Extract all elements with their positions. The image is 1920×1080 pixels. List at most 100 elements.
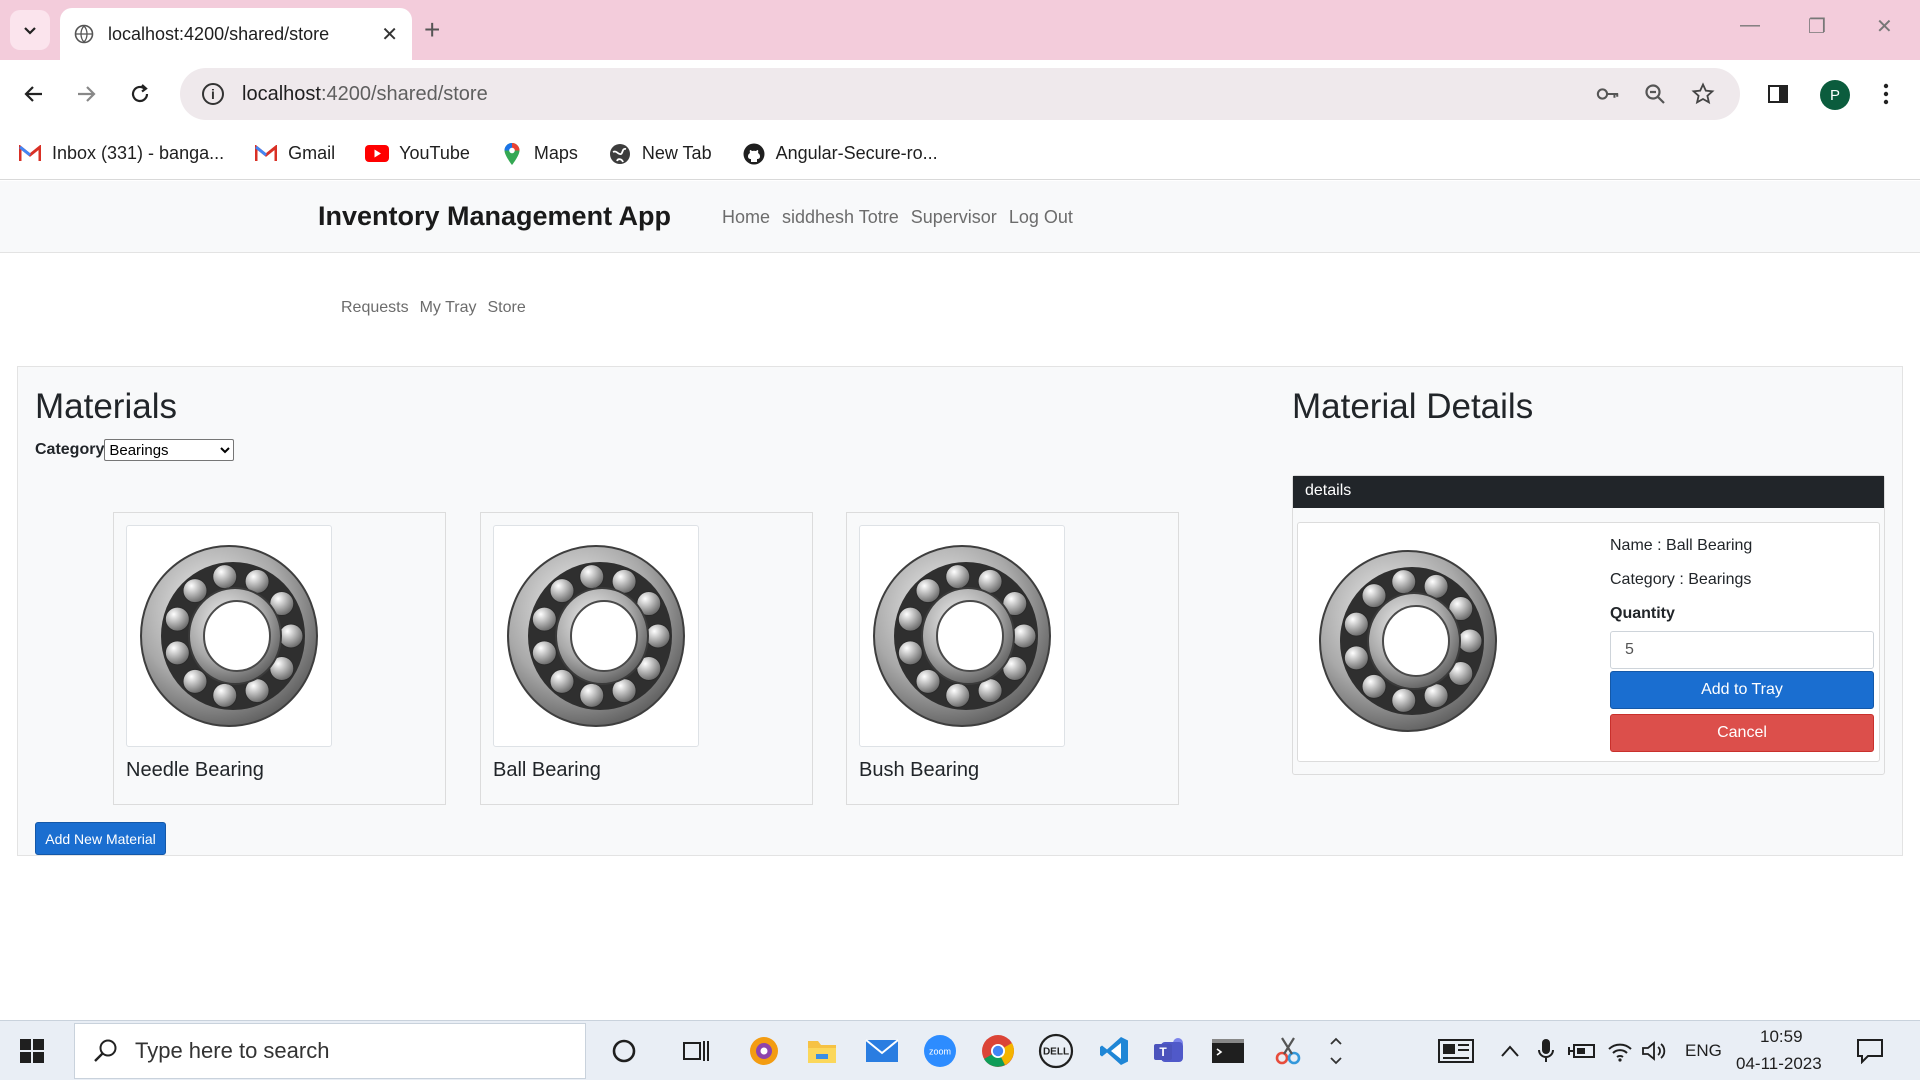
bookmark-angular-secure[interactable]: Angular-Secure-ro... bbox=[742, 143, 938, 164]
nav-logout-link[interactable]: Log Out bbox=[1009, 207, 1073, 228]
bookmark-inbox[interactable]: Inbox (331) - banga... bbox=[18, 143, 224, 164]
browser-tab-active[interactable]: localhost:4200/shared/store ✕ bbox=[60, 8, 412, 60]
back-button[interactable] bbox=[20, 80, 48, 108]
maps-icon bbox=[500, 142, 524, 165]
windows-taskbar: Type here to search zoom DELL T ENG 10:5… bbox=[0, 1020, 1920, 1080]
bookmark-star-icon[interactable] bbox=[1691, 82, 1715, 106]
material-card-bush-bearing[interactable]: Bush Bearing bbox=[846, 512, 1179, 805]
nav-role-link[interactable]: Supervisor bbox=[911, 207, 997, 228]
nav-home-link[interactable]: Home bbox=[722, 207, 770, 228]
clock-time[interactable]: 10:59 bbox=[1760, 1027, 1803, 1047]
microphone-icon[interactable] bbox=[1528, 1033, 1564, 1069]
address-bar[interactable]: i localhost:4200/shared/store bbox=[180, 68, 1740, 120]
snipping-tool-icon[interactable] bbox=[1270, 1033, 1306, 1069]
chrome-icon[interactable] bbox=[980, 1033, 1016, 1069]
material-name: Needle Bearing bbox=[126, 759, 264, 781]
globe-icon bbox=[608, 143, 632, 164]
url-host: localhost bbox=[242, 82, 321, 105]
close-window-icon[interactable]: ✕ bbox=[1876, 14, 1893, 39]
wifi-icon[interactable] bbox=[1602, 1033, 1638, 1069]
dell-icon[interactable]: DELL bbox=[1038, 1033, 1074, 1069]
terminal-icon[interactable] bbox=[1210, 1033, 1246, 1069]
bookmark-youtube[interactable]: YouTube bbox=[365, 143, 470, 164]
app-brand[interactable]: Inventory Management App bbox=[318, 201, 671, 232]
bearing-image bbox=[1319, 550, 1497, 732]
tab-close-icon[interactable]: ✕ bbox=[381, 22, 398, 47]
url-path: :4200/shared/store bbox=[320, 82, 488, 105]
svg-text:DELL: DELL bbox=[1043, 1047, 1069, 1058]
bookmark-newtab[interactable]: New Tab bbox=[608, 143, 712, 164]
bearing-image bbox=[507, 545, 685, 727]
vscode-icon[interactable] bbox=[1096, 1033, 1132, 1069]
bookmark-maps[interactable]: Maps bbox=[500, 142, 578, 165]
youtube-icon bbox=[365, 144, 390, 164]
profile-avatar[interactable]: P bbox=[1820, 80, 1850, 110]
details-card-header: details bbox=[1293, 476, 1884, 508]
password-key-icon[interactable] bbox=[1596, 82, 1620, 106]
restore-icon[interactable]: ❐ bbox=[1808, 14, 1826, 39]
details-card-body: Name : Ball Bearing Category : Bearings … bbox=[1297, 522, 1880, 762]
taskbar-search-placeholder: Type here to search bbox=[135, 1038, 330, 1063]
bookmark-gmail[interactable]: Gmail bbox=[254, 143, 335, 164]
bookmarks-bar: Inbox (331) - banga... Gmail YouTube Map… bbox=[0, 128, 1920, 180]
forward-button[interactable] bbox=[72, 80, 100, 108]
teams-icon[interactable]: T bbox=[1152, 1033, 1188, 1069]
subnav-my-tray-link[interactable]: My Tray bbox=[420, 299, 477, 317]
chevron-up-icon[interactable] bbox=[1492, 1033, 1528, 1069]
zoom-icon[interactable] bbox=[1643, 82, 1667, 106]
add-to-tray-button[interactable]: Add to Tray bbox=[1610, 671, 1874, 709]
tab-search-button[interactable] bbox=[10, 10, 50, 50]
site-info-icon[interactable]: i bbox=[202, 83, 224, 105]
zoom-icon[interactable]: zoom bbox=[922, 1033, 958, 1069]
taskbar-search-box[interactable]: Type here to search bbox=[74, 1023, 586, 1079]
store-panel: Materials Category Bearings Needle Beari… bbox=[17, 366, 1903, 856]
subnav-requests-link[interactable]: Requests bbox=[341, 299, 409, 317]
detail-category: Category : Bearings bbox=[1610, 571, 1752, 588]
notifications-icon[interactable] bbox=[1852, 1033, 1888, 1069]
battery-icon[interactable] bbox=[1564, 1033, 1600, 1069]
category-select[interactable]: Bearings bbox=[104, 439, 235, 461]
cancel-button[interactable]: Cancel bbox=[1610, 714, 1874, 752]
reload-button[interactable] bbox=[126, 80, 154, 108]
volume-icon[interactable] bbox=[1636, 1033, 1672, 1069]
material-details-heading: Material Details bbox=[1292, 387, 1534, 426]
new-tab-button[interactable]: + bbox=[424, 16, 440, 44]
search-icon bbox=[94, 1039, 117, 1062]
cortana-icon[interactable] bbox=[606, 1033, 642, 1069]
material-image[interactable] bbox=[859, 525, 1065, 747]
nav-user-link[interactable]: siddhesh Totre bbox=[782, 207, 899, 228]
chevron-down-icon bbox=[24, 27, 36, 35]
app-navbar: Inventory Management App Home siddhesh T… bbox=[0, 181, 1920, 253]
task-view-icon[interactable] bbox=[678, 1033, 714, 1069]
material-card-needle-bearing[interactable]: Needle Bearing bbox=[113, 512, 446, 805]
arrow-left-icon bbox=[24, 86, 42, 102]
svg-text:zoom: zoom bbox=[929, 1047, 951, 1057]
bearing-image bbox=[140, 545, 318, 727]
windows-start-icon[interactable] bbox=[20, 1039, 44, 1063]
material-card-ball-bearing[interactable]: Ball Bearing bbox=[480, 512, 813, 805]
material-name: Ball Bearing bbox=[493, 759, 601, 781]
gmail-icon bbox=[254, 144, 278, 164]
language-indicator[interactable]: ENG bbox=[1685, 1041, 1722, 1061]
news-widget-icon[interactable] bbox=[1438, 1033, 1474, 1069]
app-page: Inventory Management App Home siddhesh T… bbox=[0, 181, 1920, 1020]
tab-title: localhost:4200/shared/store bbox=[108, 23, 330, 44]
browser-app-icon[interactable] bbox=[746, 1033, 782, 1069]
subnav-store-link[interactable]: Store bbox=[487, 299, 525, 317]
file-explorer-icon[interactable] bbox=[804, 1033, 840, 1069]
more-menu-icon[interactable] bbox=[1874, 82, 1898, 106]
store-subnav: Requests My Tray Store bbox=[341, 299, 526, 317]
minimize-icon[interactable]: — bbox=[1740, 14, 1760, 37]
taskbar-scroll-icon[interactable] bbox=[1318, 1033, 1354, 1069]
reload-icon bbox=[131, 84, 149, 103]
mail-icon[interactable] bbox=[864, 1033, 900, 1069]
material-image[interactable] bbox=[126, 525, 332, 747]
category-filter: Category Bearings bbox=[35, 439, 235, 461]
material-image[interactable] bbox=[493, 525, 699, 747]
side-panel-icon[interactable] bbox=[1766, 82, 1790, 106]
browser-tabstrip: localhost:4200/shared/store ✕ + — ❐ ✕ bbox=[0, 0, 1920, 60]
add-new-material-button[interactable]: Add New Material bbox=[35, 822, 166, 855]
quantity-input[interactable] bbox=[1610, 631, 1874, 669]
material-details-card: details Name : Ball Bearing Category : B… bbox=[1292, 475, 1885, 775]
clock-date[interactable]: 04-11-2023 bbox=[1736, 1054, 1822, 1074]
